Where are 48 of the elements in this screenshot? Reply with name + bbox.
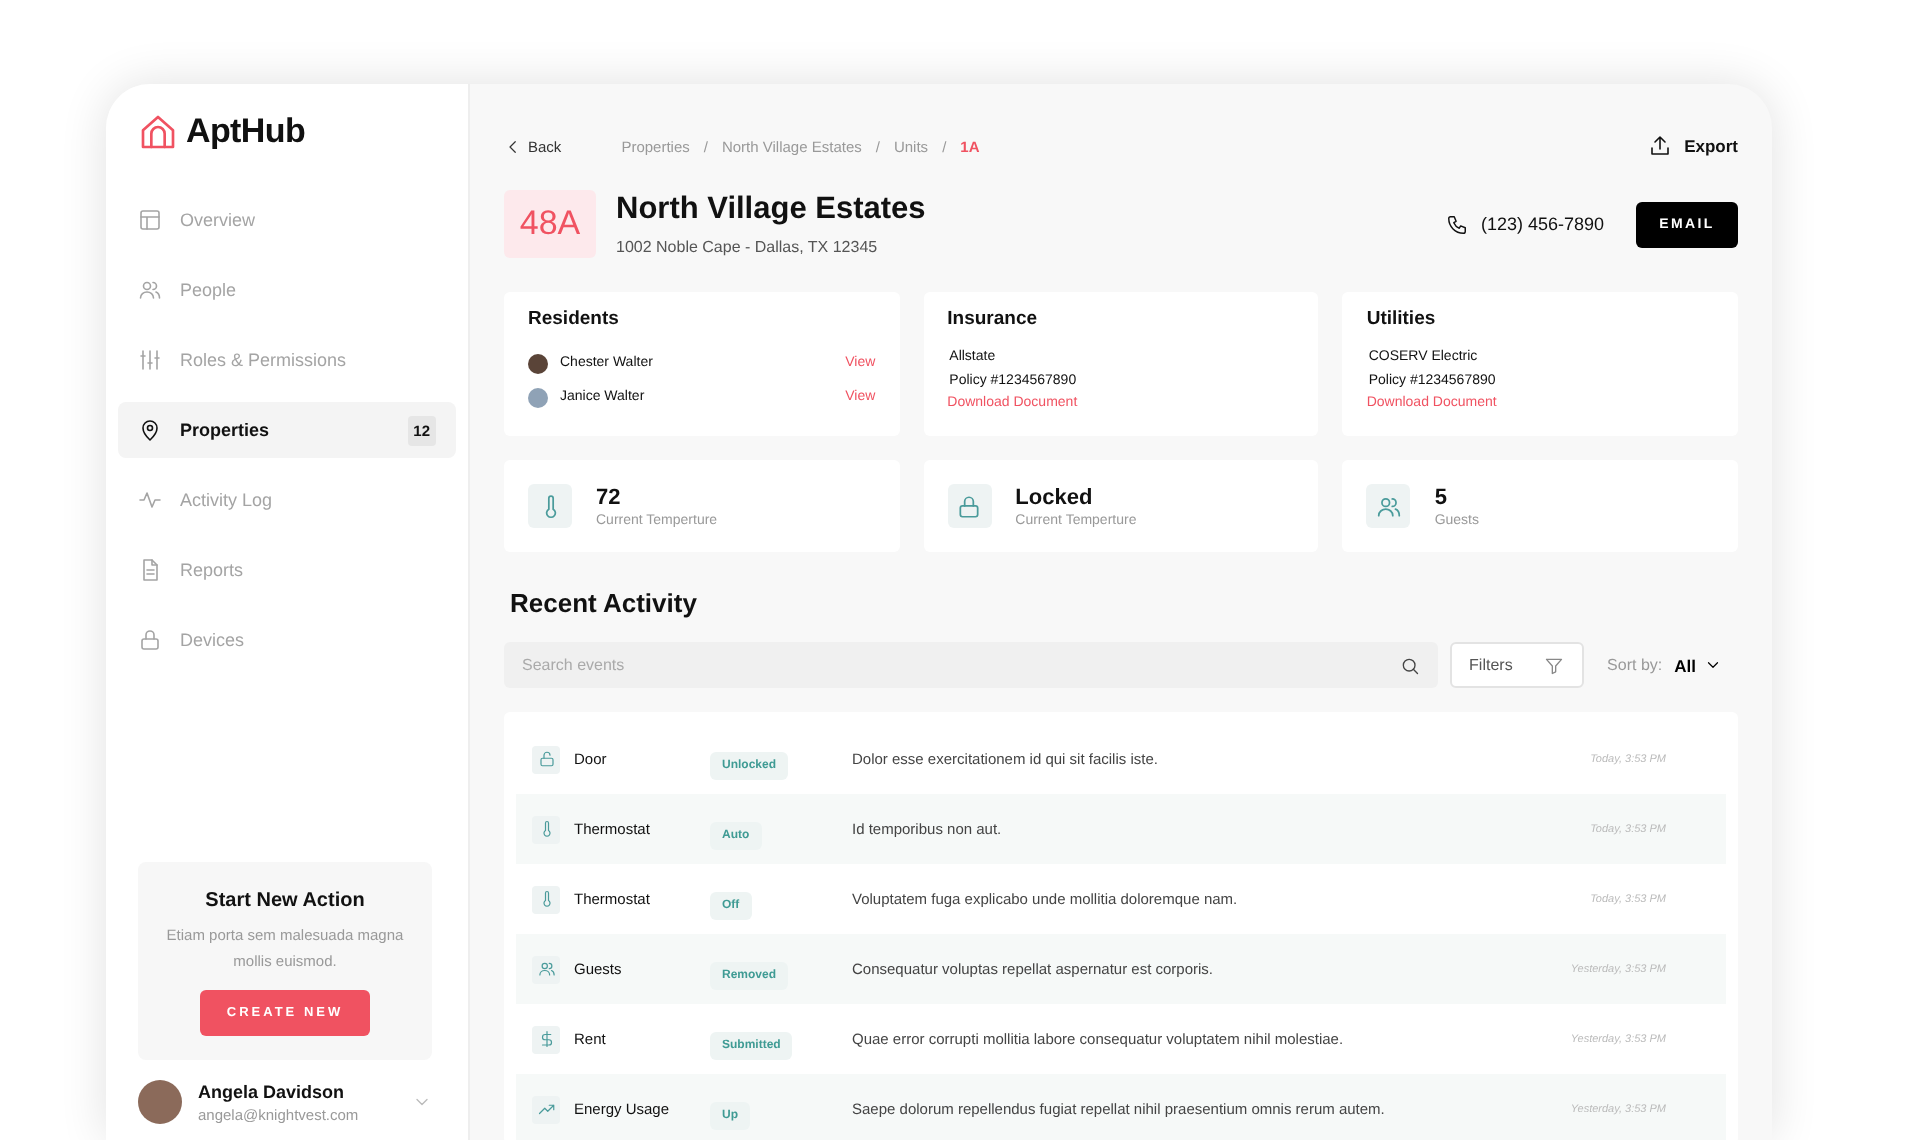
unit-badge: 48A bbox=[504, 190, 596, 258]
lock-icon bbox=[138, 628, 162, 652]
property-title: North Village Estates bbox=[616, 192, 928, 228]
export-button[interactable]: Export bbox=[1648, 134, 1738, 158]
lock-icon bbox=[956, 493, 983, 519]
document-icon bbox=[138, 558, 162, 582]
stat-value: 72 bbox=[596, 485, 623, 509]
card-title: Utilities bbox=[1366, 308, 1438, 330]
card-title: Insurance bbox=[947, 308, 1040, 330]
sort-label: Sort by: bbox=[1607, 656, 1663, 674]
card-title: Residents bbox=[528, 308, 621, 330]
stat-value: Locked bbox=[1015, 485, 1095, 509]
filter-icon bbox=[1543, 655, 1564, 675]
thermometer-icon bbox=[537, 820, 555, 838]
sidebar-item[interactable]: Reports bbox=[118, 542, 456, 598]
stat-value: 5 bbox=[1434, 485, 1449, 509]
sidebar-item[interactable]: Devices bbox=[118, 612, 456, 668]
unlocked-lock-icon bbox=[537, 750, 555, 768]
upload-icon bbox=[1648, 134, 1673, 158]
card-title: Start New Action bbox=[203, 890, 367, 912]
filters-button[interactable]: Filters bbox=[1449, 642, 1584, 688]
thermometer-icon bbox=[537, 890, 555, 908]
chevron-left-icon bbox=[504, 137, 522, 155]
people-icon bbox=[138, 278, 162, 302]
trend-up-icon bbox=[537, 1100, 555, 1118]
dollar-icon bbox=[537, 1030, 555, 1048]
people-icon bbox=[1375, 493, 1402, 519]
search-field[interactable]: Search events bbox=[504, 642, 1438, 688]
map-pin-icon bbox=[138, 418, 162, 442]
sidebar-item[interactable]: Overview bbox=[118, 192, 456, 248]
pulse-icon bbox=[138, 488, 162, 512]
user-name: Angela Davidson bbox=[198, 1081, 347, 1101]
section-title: Recent Activity bbox=[510, 588, 699, 618]
sidebar-item[interactable]: Activity Log bbox=[118, 472, 456, 528]
sort-dropdown[interactable]: All bbox=[1674, 655, 1738, 675]
brand-name: AptHub bbox=[186, 112, 306, 152]
house-logo-icon bbox=[138, 112, 178, 152]
sidebar-item[interactable]: Roles & Permissions bbox=[118, 332, 456, 388]
chevron-down-icon bbox=[1704, 656, 1722, 674]
search-icon bbox=[1399, 655, 1420, 675]
people-icon bbox=[537, 960, 555, 978]
phone-icon bbox=[1446, 213, 1469, 235]
sliders-icon bbox=[138, 348, 162, 372]
avatar bbox=[138, 1080, 182, 1124]
phone-link[interactable]: (123) 456-7890 bbox=[1446, 213, 1604, 235]
sidebar-item[interactable]: People bbox=[118, 262, 456, 318]
layout-icon bbox=[138, 208, 162, 232]
property-address: 1002 Noble Cape - Dallas, TX 12345 bbox=[616, 238, 880, 256]
